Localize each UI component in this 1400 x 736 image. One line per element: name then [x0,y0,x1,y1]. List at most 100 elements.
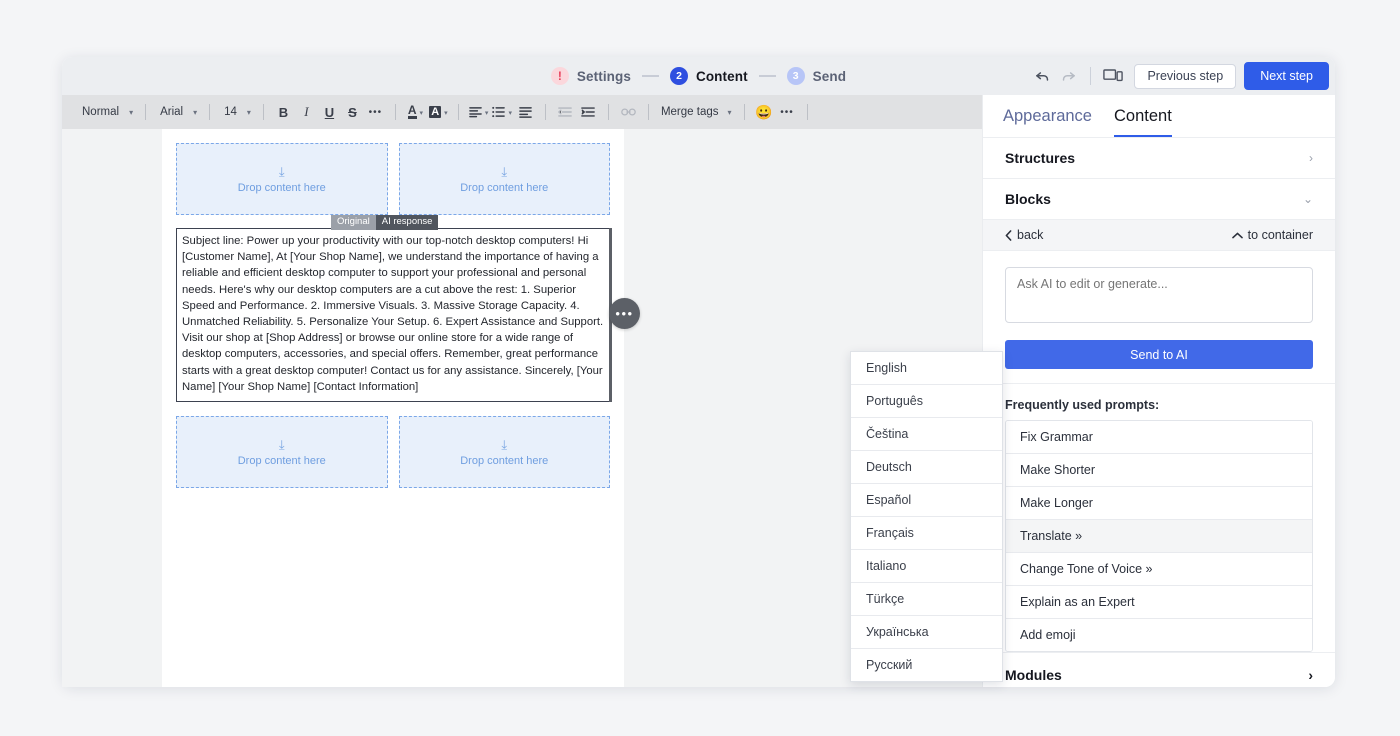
merge-tags-dropdown[interactable]: Merge tags ▾ [657,106,736,118]
redo-icon[interactable] [1055,63,1081,89]
prompt-make-longer[interactable]: Make Longer [1006,487,1312,520]
language-option-english[interactable]: English [851,352,1002,385]
chevron-right-icon: › [1308,667,1313,683]
tab-original[interactable]: Original [331,215,376,231]
toolbar-divider [209,104,211,120]
dropzone-row-top: ⤓ Drop content here ⤓ Drop content here [162,129,624,215]
dropzone-2[interactable]: ⤓ Drop content here [398,143,610,215]
language-option-espanol[interactable]: Español [851,484,1002,517]
email-canvas: ⤓ Drop content here ⤓ Drop content here … [62,129,982,687]
text-color-icon[interactable]: A [406,101,425,123]
frequent-prompts-label: Frequently used prompts: [1005,398,1160,412]
dropzone-1[interactable]: ⤓ Drop content here [176,143,388,215]
structures-label: Structures [1005,150,1076,166]
sidebar-section-modules[interactable]: Modules › [983,652,1335,697]
device-preview-icon[interactable] [1100,63,1126,89]
sidebar-section-blocks[interactable]: Blocks ⌄ [983,179,1335,220]
tab-ai-response[interactable]: AI response [375,215,439,231]
link-icon[interactable] [619,101,638,123]
emoji-icon[interactable]: 😀 [755,101,774,123]
align-left-icon[interactable] [469,101,489,123]
tab-appearance[interactable]: Appearance [1003,107,1092,137]
send-to-ai-button[interactable]: Send to AI [1005,340,1313,369]
translate-language-menu: English Português Čeština Deutsch Españo… [850,351,1003,682]
language-option-italiano[interactable]: Italiano [851,550,1002,583]
outdent-icon[interactable] [556,101,575,123]
dropzone-row-bottom: ⤓ Drop content here ⤓ Drop content here [162,402,624,489]
dropzone-3-label: Drop content here [237,454,326,467]
more-text-formats-icon[interactable]: ••• [366,101,385,123]
language-option-portugues[interactable]: Português [851,385,1002,418]
prompt-translate[interactable]: Translate » [1006,520,1312,553]
next-step-button[interactable]: Next step [1244,62,1329,90]
original-ai-tabs: Original AI response [331,215,439,231]
language-option-turkce[interactable]: Türkçe [851,583,1002,616]
language-option-francais[interactable]: Français [851,517,1002,550]
text-color-glyph: A [407,103,417,119]
prompt-fix-grammar[interactable]: Fix Grammar [1006,421,1312,454]
email-editor-window: ! Settings 2 Content 3 Send Previous ste… [62,57,1335,687]
modules-label: Modules [1005,667,1062,683]
indent-more-icon[interactable] [579,101,598,123]
right-sidebar: Appearance Content Structures › Blocks ⌄… [982,95,1335,687]
step-separator [758,75,776,77]
prompt-list: Fix Grammar Make Shorter Make Longer Tra… [1005,420,1313,652]
chevron-down-icon: ⌄ [1302,192,1313,206]
drop-content-icon: ⤓ [501,436,508,452]
bold-icon[interactable]: B [274,101,293,123]
drop-content-icon: ⤓ [278,436,285,452]
block-options-button[interactable]: ••• [609,298,640,329]
sidebar-section-structures[interactable]: Structures › [983,138,1335,179]
list-icon[interactable] [492,101,512,123]
paragraph-style-select[interactable]: Normal ▾ [76,100,137,124]
step-settings-badge: ! [550,67,569,85]
sidebar-tabs: Appearance Content [983,95,1335,138]
toolbar-divider [145,104,147,120]
ai-prompt-input[interactable] [1005,267,1313,323]
chevron-down-icon: ▾ [193,107,198,117]
undo-icon[interactable] [1029,63,1055,89]
font-family-select[interactable]: Arial ▾ [154,100,201,124]
prompt-explain-as-an-expert[interactable]: Explain as an Expert [1006,586,1312,619]
back-button[interactable]: back [1005,228,1043,242]
ai-response-text[interactable]: Subject line: Power up your productivity… [176,228,610,403]
italic-icon[interactable]: I [297,101,316,123]
to-container-button[interactable]: to container [1231,228,1313,242]
indent-block-icon[interactable] [516,101,535,123]
language-option-ukrainska[interactable]: Українська [851,616,1002,649]
editor-pane: Normal ▾ Arial ▾ 14 ▾ B I U S ••• A ▾ A … [62,95,982,687]
toolbar-divider [394,104,396,120]
font-size-select[interactable]: 14 ▾ [218,100,255,124]
dropzone-4[interactable]: ⤓ Drop content here [398,416,610,489]
highlight-color-icon[interactable]: A [429,101,448,123]
paragraph-style-value: Normal [82,106,120,118]
step-content-label: Content [695,68,748,84]
drop-content-icon: ⤓ [278,163,285,179]
frequent-prompts-section: Frequently used prompts: Fix Grammar Mak… [983,383,1335,652]
to-container-label: to container [1247,228,1313,242]
block-nav-bar: back to container [983,220,1335,251]
step-separator [641,75,659,77]
underline-icon[interactable]: U [320,101,339,123]
toolbar-divider [1090,67,1092,85]
language-option-russkiy[interactable]: Русский [851,649,1002,681]
merge-tags-label: Merge tags [660,106,719,118]
prompt-add-emoji[interactable]: Add emoji [1006,619,1312,651]
previous-step-button[interactable]: Previous step [1134,63,1237,89]
step-send-label: Send [812,68,847,84]
toolbar-divider [544,104,546,120]
step-settings[interactable]: ! Settings [550,67,631,85]
language-option-cestina[interactable]: Čeština [851,418,1002,451]
chevron-right-icon: › [1309,151,1313,165]
formatting-toolbar: Normal ▾ Arial ▾ 14 ▾ B I U S ••• A ▾ A … [62,95,982,129]
font-family-value: Arial [160,106,184,118]
prompt-change-tone-of-voice[interactable]: Change Tone of Voice » [1006,553,1312,586]
step-content[interactable]: 2 Content [669,67,748,85]
language-option-deutsch[interactable]: Deutsch [851,451,1002,484]
dropzone-3[interactable]: ⤓ Drop content here [176,416,388,489]
prompt-make-shorter[interactable]: Make Shorter [1006,454,1312,487]
more-tools-icon[interactable]: ••• [778,101,797,123]
tab-content[interactable]: Content [1114,107,1172,137]
step-send[interactable]: 3 Send [786,67,847,85]
strikethrough-icon[interactable]: S [343,101,362,123]
